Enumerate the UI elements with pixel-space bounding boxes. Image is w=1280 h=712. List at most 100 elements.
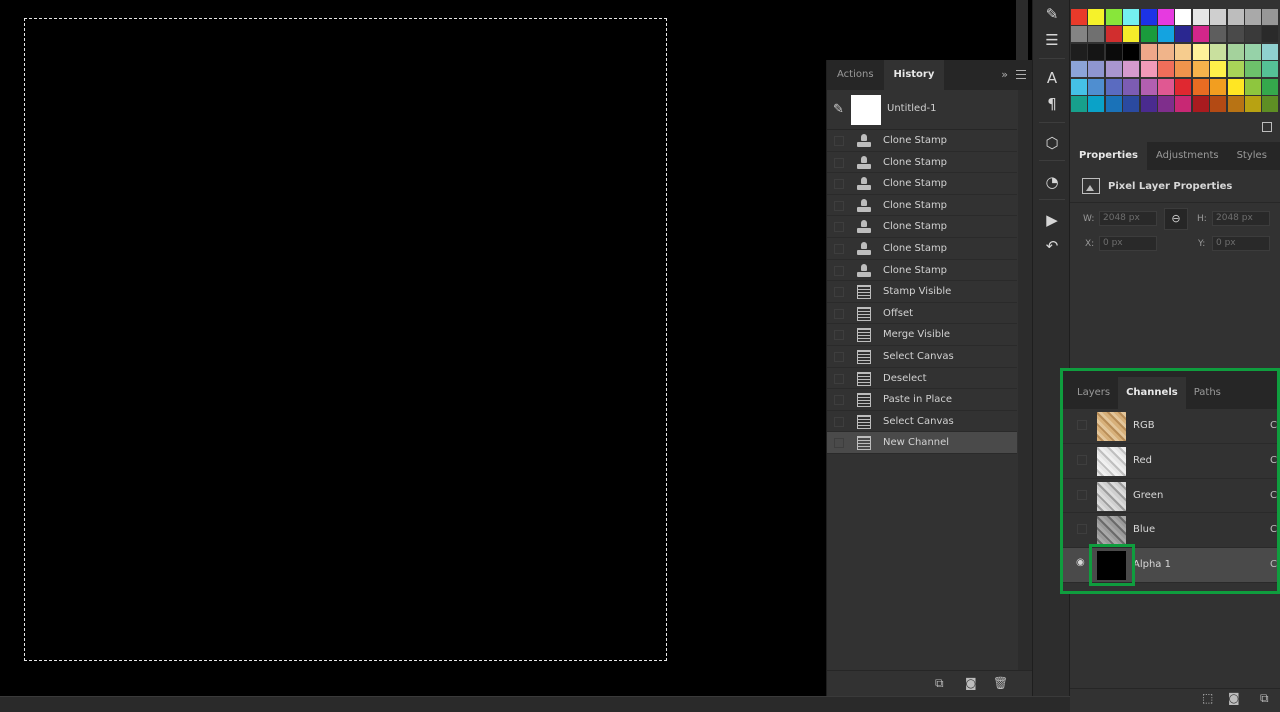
history-state-row[interactable]: Clone Stamp: [827, 238, 1017, 260]
color-swatch[interactable]: [1123, 78, 1140, 95]
color-swatch[interactable]: [1071, 61, 1087, 78]
history-state-row[interactable]: Offset: [827, 303, 1017, 325]
3d-cube-icon[interactable]: ⬡: [1042, 133, 1062, 153]
tab-actions[interactable]: Actions: [827, 60, 884, 90]
color-swatch[interactable]: [1227, 78, 1244, 95]
tab-history[interactable]: History: [883, 60, 945, 90]
color-swatch[interactable]: [1262, 61, 1279, 78]
color-swatch[interactable]: [1123, 61, 1140, 78]
visibility-toggle[interactable]: [1077, 489, 1087, 500]
color-swatch[interactable]: [1088, 78, 1105, 95]
channel-row[interactable]: RGB C: [1063, 409, 1277, 444]
history-source-checkbox[interactable]: [834, 157, 844, 168]
history-state-row[interactable]: Clone Stamp: [827, 173, 1017, 195]
history-state-row[interactable]: Select Canvas: [827, 346, 1017, 368]
history-state-row[interactable]: Clone Stamp: [827, 216, 1017, 238]
color-swatch[interactable]: [1140, 9, 1157, 25]
history-state-row[interactable]: Clone Stamp: [827, 130, 1017, 152]
color-swatch[interactable]: [1088, 26, 1105, 43]
color-swatch[interactable]: [1158, 78, 1174, 95]
new-document-from-state-icon[interactable]: ⧉: [935, 676, 944, 691]
color-swatch[interactable]: [1245, 78, 1261, 95]
history-source-checkbox[interactable]: [834, 330, 844, 341]
paragraph-icon[interactable]: ¶: [1042, 94, 1062, 114]
color-swatch[interactable]: [1192, 96, 1209, 112]
color-swatch[interactable]: [1262, 9, 1279, 25]
color-swatch[interactable]: [1088, 43, 1105, 60]
color-swatch[interactable]: [1175, 96, 1192, 112]
color-swatch[interactable]: [1227, 96, 1244, 112]
color-swatch[interactable]: [1262, 26, 1279, 43]
color-swatch[interactable]: [1105, 96, 1122, 112]
history-source-checkbox[interactable]: [834, 438, 844, 449]
history-snapshot[interactable]: ✎ Untitled-1: [827, 90, 1017, 130]
history-state-row[interactable]: Stamp Visible: [827, 281, 1017, 303]
color-swatch[interactable]: [1123, 43, 1140, 60]
color-swatch[interactable]: [1245, 61, 1261, 78]
color-swatch[interactable]: [1262, 78, 1279, 95]
collapse-panel-icon[interactable]: »: [1001, 68, 1008, 81]
history-source-checkbox[interactable]: [834, 243, 844, 254]
color-swatch[interactable]: [1245, 43, 1261, 60]
color-swatch[interactable]: [1245, 26, 1261, 43]
history-source-checkbox[interactable]: [834, 287, 844, 298]
color-swatch[interactable]: [1175, 43, 1192, 60]
color-swatch[interactable]: [1210, 43, 1227, 60]
alien-head-icon[interactable]: ◔: [1042, 172, 1062, 192]
tab-paths[interactable]: Paths: [1186, 377, 1229, 409]
history-state-row[interactable]: Paste in Place: [827, 389, 1017, 411]
character-icon[interactable]: A: [1042, 68, 1062, 88]
color-swatch[interactable]: [1071, 78, 1087, 95]
history-source-checkbox[interactable]: [834, 136, 844, 146]
color-swatch[interactable]: [1071, 9, 1087, 25]
color-swatch[interactable]: [1227, 9, 1244, 25]
color-swatch[interactable]: [1210, 26, 1227, 43]
color-swatch[interactable]: [1140, 61, 1157, 78]
eye-icon[interactable]: ◉: [1076, 557, 1086, 568]
adjust-sliders-icon[interactable]: ☰: [1042, 30, 1062, 50]
color-swatch[interactable]: [1158, 96, 1174, 112]
color-swatch[interactable]: [1227, 26, 1244, 43]
channel-row[interactable]: Red C: [1063, 444, 1277, 479]
history-source-checkbox[interactable]: [834, 308, 844, 319]
x-field[interactable]: 0 px: [1099, 236, 1157, 251]
color-swatch[interactable]: [1088, 96, 1105, 112]
color-swatch[interactable]: [1123, 9, 1140, 25]
play-icon[interactable]: ▶: [1042, 210, 1062, 230]
y-field[interactable]: 0 px: [1212, 236, 1270, 251]
tab-styles[interactable]: Styles: [1228, 142, 1276, 170]
tab-properties[interactable]: Properties: [1070, 142, 1147, 170]
color-swatch[interactable]: [1105, 43, 1122, 60]
history-source-checkbox[interactable]: [834, 373, 844, 384]
color-swatch[interactable]: [1175, 78, 1192, 95]
color-swatch[interactable]: [1140, 78, 1157, 95]
save-selection-mask-icon[interactable]: ◙: [1228, 691, 1240, 705]
color-swatch[interactable]: [1071, 26, 1087, 43]
color-swatch[interactable]: [1140, 26, 1157, 43]
color-swatch[interactable]: [1210, 96, 1227, 112]
tab-channels[interactable]: Channels: [1118, 377, 1186, 409]
color-swatch[interactable]: [1088, 61, 1105, 78]
color-swatch[interactable]: [1210, 9, 1227, 25]
color-swatch[interactable]: [1192, 43, 1209, 60]
color-swatch[interactable]: [1105, 26, 1122, 43]
load-selection-icon[interactable]: ⬚: [1202, 691, 1213, 705]
color-swatch[interactable]: [1227, 61, 1244, 78]
color-swatch[interactable]: [1158, 61, 1174, 78]
color-swatch[interactable]: [1245, 96, 1261, 112]
color-swatch[interactable]: [1192, 9, 1209, 25]
color-swatch[interactable]: [1175, 61, 1192, 78]
channel-row[interactable]: Blue C: [1063, 513, 1277, 549]
color-swatch[interactable]: [1192, 78, 1209, 95]
link-dimensions-icon[interactable]: ⊖: [1164, 208, 1188, 230]
color-swatch[interactable]: [1105, 9, 1122, 25]
history-state-row[interactable]: New Channel: [827, 432, 1017, 454]
history-brush-source-icon[interactable]: ✎: [833, 102, 844, 117]
color-swatch[interactable]: [1071, 43, 1087, 60]
channel-row[interactable]: Green C: [1063, 479, 1277, 514]
color-swatch[interactable]: [1140, 43, 1157, 60]
visibility-toggle[interactable]: [1077, 420, 1087, 430]
color-swatch[interactable]: [1175, 9, 1192, 25]
color-swatch[interactable]: [1158, 9, 1174, 25]
camera-icon[interactable]: ◙: [965, 676, 977, 690]
